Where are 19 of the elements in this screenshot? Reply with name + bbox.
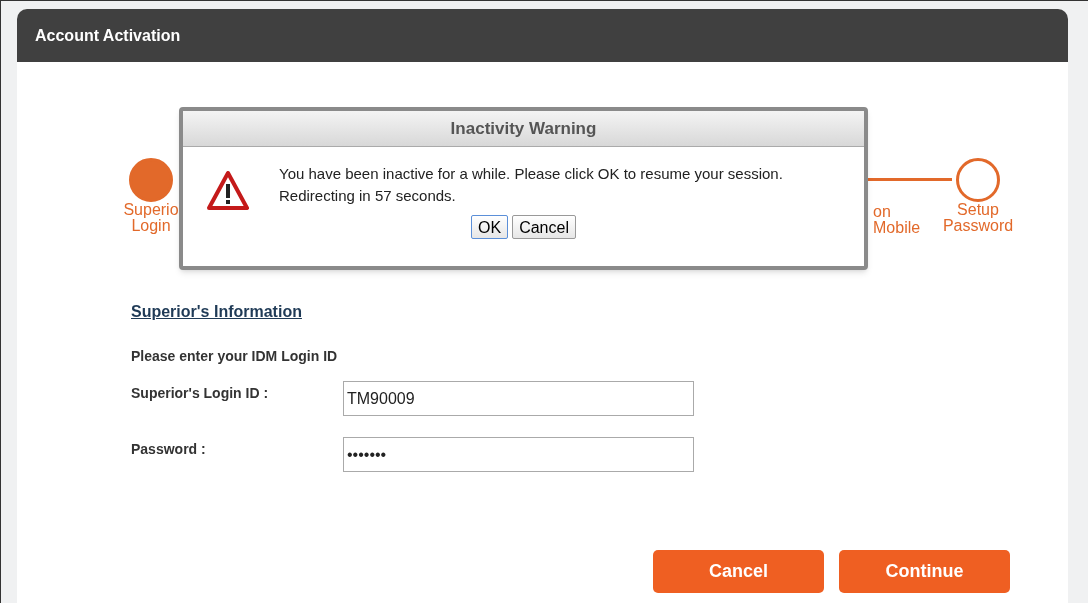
step-label: Password [942, 218, 1014, 234]
dialog-message: You have been inactive for a while. Please click OK to resume your session. [279, 164, 783, 184]
dialog-button[interactable]: OK [471, 215, 509, 239]
step-label: on [873, 204, 891, 220]
panel-title: Account Activation [35, 25, 181, 46]
step-label: Mobile [873, 220, 921, 236]
warning-icon [207, 171, 249, 211]
dialog-message: Redirecting in 57 seconds. [279, 186, 457, 206]
step-label: Login [131, 218, 171, 234]
section-heading: Superior's Information [131, 302, 302, 322]
field-label: Password : [131, 440, 207, 459]
text-field[interactable]: ••••••• [343, 437, 694, 472]
text-field[interactable]: TM90009 [343, 381, 694, 416]
step-label: Superio [123, 202, 179, 218]
field-label: Superior's Login ID : [131, 384, 270, 403]
dialog-button[interactable]: Cancel [512, 215, 576, 239]
dialog-title: Inactivity Warning [450, 117, 597, 140]
instruction-text: Please enter your IDM Login ID [131, 347, 339, 366]
step-label: Setup [957, 202, 999, 218]
